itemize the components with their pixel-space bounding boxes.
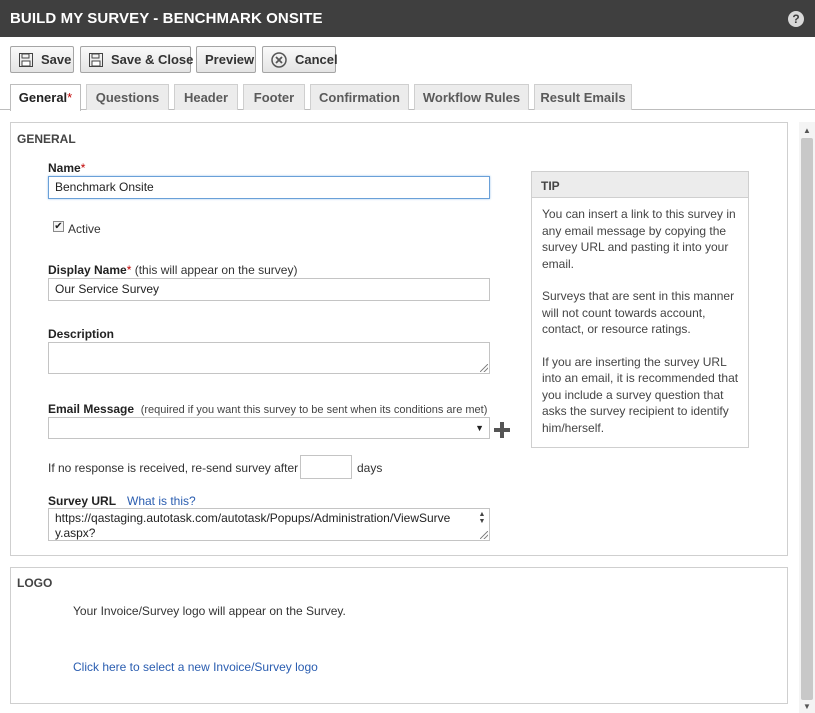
required-mark: * (67, 90, 73, 105)
add-email-message-icon[interactable] (494, 422, 510, 438)
tab-confirmation[interactable]: Confirmation (310, 84, 409, 110)
tip-title: TIP (532, 172, 748, 198)
tab-result-emails[interactable]: Result Emails (534, 84, 632, 110)
survey-url-help-link[interactable]: What is this? (127, 494, 196, 508)
tip-box: TIP You can insert a link to this survey… (531, 171, 749, 448)
logo-panel (10, 567, 788, 704)
cancel-x-icon (271, 51, 287, 68)
tab-footer[interactable]: Footer (243, 84, 305, 110)
survey-url-line-1: https://qastaging.autotask.com/autotask/… (55, 511, 451, 525)
email-message-label-text: Email Message (48, 402, 135, 416)
survey-url-line-2: y.aspx? (55, 526, 96, 540)
tab-label: Confirmation (319, 90, 400, 105)
tab-label: Header (183, 90, 229, 105)
tip-paragraph: Surveys that are sent in this manner wil… (542, 289, 735, 336)
tab-general[interactable]: General* (10, 84, 81, 111)
tab-label: Result Emails (540, 90, 626, 105)
display-name-label: Display Name* (this will appear on the s… (48, 263, 297, 277)
scroll-up-arrow-icon[interactable]: ▲ (803, 126, 811, 135)
scrollbar-thumb[interactable] (801, 138, 813, 700)
active-checkbox[interactable]: ✔ (53, 221, 64, 232)
description-textarea[interactable] (48, 342, 490, 374)
page-scrollbar[interactable]: ▲ ▼ (799, 122, 815, 713)
tab-label: General (18, 90, 68, 105)
email-message-note: (required if you want this survey to be … (140, 404, 488, 416)
tab-questions[interactable]: Questions (86, 84, 169, 110)
tip-paragraph: If you are inserting the survey URL into… (542, 354, 739, 435)
logo-section-title: LOGO (17, 576, 53, 590)
tab-label: Workflow Rules (422, 90, 521, 105)
preview-button[interactable]: Preview (196, 46, 256, 73)
save-label: Save (41, 52, 72, 67)
resend-days-input[interactable] (300, 455, 352, 479)
name-input[interactable]: Benchmark Onsite (48, 176, 490, 199)
required-mark: * (80, 161, 86, 175)
select-logo-link[interactable]: Click here to select a new Invoice/Surve… (73, 660, 318, 674)
help-icon[interactable]: ? (788, 11, 804, 27)
toolbar: Save Save & Close Preview Cancel (0, 46, 815, 74)
name-label-text: Name (48, 161, 81, 175)
resend-suffix-text: days (357, 461, 383, 475)
survey-url-textarea[interactable]: https://qastaging.autotask.com/autotask/… (48, 508, 490, 541)
textarea-scroll-arrows-icon[interactable]: ▲ ▼ (477, 511, 487, 525)
active-label: Active (68, 222, 101, 236)
display-name-label-text: Display Name (48, 263, 127, 277)
tab-bar: General* Questions Header Footer Confirm… (0, 84, 815, 111)
save-close-button[interactable]: Save & Close (80, 46, 194, 73)
dropdown-arrow-icon: ▼ (475, 423, 484, 433)
tab-workflow-rules[interactable]: Workflow Rules (414, 84, 529, 110)
cancel-label: Cancel (295, 52, 338, 67)
floppy-disk-icon (89, 52, 103, 67)
resend-prefix-text: If no response is received, re-send surv… (48, 461, 299, 475)
cancel-button[interactable]: Cancel (262, 46, 338, 73)
email-message-label: Email Message (required if you want this… (48, 402, 487, 416)
survey-url-label: Survey URL (48, 494, 117, 508)
tip-paragraph: You can insert a link to this survey in … (542, 207, 736, 271)
tab-header[interactable]: Header (174, 84, 238, 110)
tab-label: Footer (253, 90, 295, 105)
email-message-select[interactable]: ▼ (48, 417, 490, 439)
preview-label: Preview (205, 52, 255, 67)
name-label: Name* (48, 161, 85, 175)
window-title: BUILD MY SURVEY - BENCHMARK ONSITE (10, 10, 323, 27)
description-label: Description (48, 327, 115, 341)
scroll-down-arrow-icon[interactable]: ▼ (803, 702, 811, 711)
save-close-label: Save & Close (111, 52, 194, 67)
general-section-title: GENERAL (17, 132, 76, 146)
display-name-note: (this will appear on the survey) (131, 263, 298, 277)
floppy-disk-icon (19, 52, 33, 67)
tab-label: Questions (95, 90, 160, 105)
logo-info-text: Your Invoice/Survey logo will appear on … (73, 604, 346, 618)
resize-grip-icon[interactable] (480, 364, 488, 372)
save-button[interactable]: Save (10, 46, 74, 73)
resize-grip-icon[interactable] (480, 531, 488, 539)
display-name-input[interactable]: Our Service Survey (48, 278, 490, 301)
title-bar: BUILD MY SURVEY - BENCHMARK ONSITE ? (0, 0, 815, 37)
